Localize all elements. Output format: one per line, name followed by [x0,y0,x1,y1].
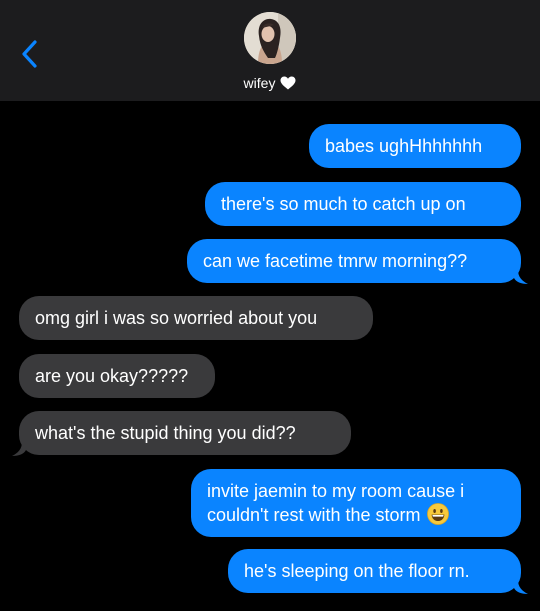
contact-name[interactable]: wifey [0,74,540,92]
message-text: what's the stupid thing you did?? [35,423,296,443]
sent-bubble-tail [514,580,528,594]
conversation-header: wifey [0,0,540,101]
sent-message-bubble[interactable]: can we facetime tmrw morning?? [187,239,521,283]
grinning-face-emoji [426,503,449,525]
chevron-left-icon [22,40,37,68]
sent-message-bubble[interactable]: there's so much to catch up on [205,182,521,226]
sent-message-bubble[interactable]: invite jaemin to my room cause i couldn'… [191,469,521,537]
received-bubble-tail [12,442,26,456]
received-message-bubble[interactable]: what's the stupid thing you did?? [19,411,351,455]
message-text-line: invite jaemin to my room cause i [207,481,465,501]
message-text: babes ughHhhhhhh [325,136,483,156]
sent-bubble-tail [514,270,528,284]
sent-message-bubble[interactable]: babes ughHhhhhhh [309,124,521,168]
back-button[interactable] [16,36,46,72]
message-text: can we facetime tmrw morning?? [203,251,468,271]
contact-photo-avatar [244,12,296,64]
message-text: omg girl i was so worried about you [35,308,318,328]
message-text: are you okay????? [35,366,189,386]
message-text: there's so much to catch up on [221,194,466,214]
contact-name-text: wifey [243,75,276,91]
received-message-bubble[interactable]: are you okay????? [19,354,215,398]
message-text-line: couldn't rest with the storm [207,503,505,527]
message-text: he's sleeping on the floor rn. [244,561,470,581]
received-message-bubble[interactable]: omg girl i was so worried about you [19,296,373,340]
sent-message-bubble[interactable]: he's sleeping on the floor rn. [228,549,521,593]
white-heart-icon [280,76,296,90]
avatar[interactable] [244,12,296,64]
message-text: couldn't rest with the storm [207,505,421,525]
